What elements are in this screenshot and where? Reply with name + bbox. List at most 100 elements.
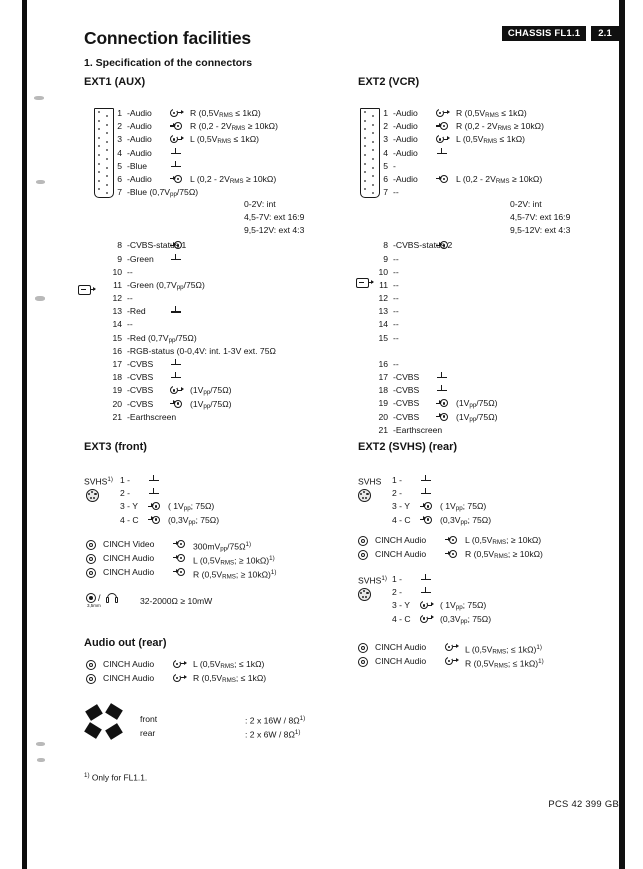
pin-name: -- — [393, 358, 399, 369]
cinch-label: CINCH Audio — [375, 642, 427, 652]
cinch-direction — [173, 552, 188, 565]
svhs-pin-number: 2 - — [392, 587, 403, 598]
svhs-pin-number: 1 - — [392, 475, 403, 485]
svhs-pin-direction — [420, 487, 431, 500]
pin-number: 17 — [112, 359, 122, 369]
svhs-label-ext3: SVHS1) — [84, 476, 113, 487]
speaker-position: front — [140, 714, 158, 724]
pin-value: L (0,2 - 2VRMS ≥ 10kΩ) — [190, 173, 277, 185]
cinch-value: L (0,5VRMS; ≤ 1kΩ) — [193, 659, 265, 670]
signal-output-arrow-icon — [445, 642, 460, 651]
pin-direction — [170, 160, 181, 173]
pin-number: 1 — [383, 108, 388, 118]
chassis-badge: CHASSIS FL1.1 — [501, 26, 587, 41]
svhs-pin-direction — [420, 573, 431, 586]
pin-number: 5 — [117, 160, 122, 171]
pin-name: -Audio — [127, 108, 152, 118]
cinch-jack-icon — [86, 554, 96, 564]
signal-input-arrow-icon — [420, 515, 435, 524]
svhs-pin-direction — [420, 613, 435, 626]
pin-number: 6 — [117, 173, 122, 184]
cinch-value: R (0,5VRMS; ≥ 10kΩ)1) — [193, 569, 277, 581]
cinch-direction — [173, 672, 188, 685]
pin-value: (1Vpp/75Ω) — [456, 411, 498, 423]
pin-value: L (0,2 - 2VRMS ≥ 10kΩ) — [456, 173, 543, 185]
pin-number: 4 — [117, 147, 122, 158]
svhs-pin-direction — [148, 514, 163, 527]
speaker-row: rear: 2 x 6W / 8Ω1) — [140, 726, 370, 740]
cinch-direction — [445, 534, 460, 547]
headphone-jack-icon: 3,5mm / — [86, 592, 120, 608]
signal-output-arrow-icon — [173, 659, 188, 668]
svhs-pin-value: (0,3Vpp; 75Ω) — [168, 514, 220, 526]
cinch-value: R (0,5VRMS; ≤ 1kΩ)1) — [465, 658, 544, 670]
pin-direction — [170, 120, 185, 133]
svhs-pin-number: 3 - Y — [392, 501, 410, 512]
pin-number: 20 — [112, 398, 122, 409]
pin-name: -- — [393, 253, 399, 264]
pin-name: -CVBS — [127, 359, 154, 369]
pin-name: -CVBS — [127, 372, 154, 383]
pin-direction — [170, 384, 185, 397]
pin-name: -Audio — [393, 108, 418, 118]
svhs-pin-direction — [148, 474, 159, 487]
svhs-pin-number: 4 - C — [120, 514, 139, 525]
pin-direction — [436, 397, 451, 410]
pin-name: -- — [393, 319, 399, 330]
pin-number: 5 — [383, 160, 388, 171]
scan-edge-artifact-right — [619, 0, 625, 869]
pin-number: 8 — [117, 240, 122, 251]
pin-direction — [436, 147, 447, 160]
status-line: 4,5-7V: ext 16:9 — [510, 212, 571, 223]
pin-number: 11 — [379, 279, 388, 290]
signal-input-arrow-icon — [170, 240, 185, 250]
svhs-pin-direction — [420, 500, 435, 513]
section-heading-ext3: EXT3 (front) — [84, 441, 147, 453]
pin-direction — [436, 133, 451, 146]
pin-name: -- — [393, 279, 399, 290]
ground-symbol-icon — [420, 574, 431, 583]
ground-symbol-icon — [170, 306, 181, 315]
ground-symbol-icon — [436, 385, 447, 394]
speaker-position: rear — [140, 728, 156, 738]
footnote: 1) Only for FL1.1. — [84, 772, 148, 783]
ground-symbol-icon — [170, 160, 181, 170]
pin-name: -Green — [127, 253, 154, 264]
pin-direction — [170, 239, 185, 252]
ground-symbol-icon — [170, 147, 181, 157]
pin-number: 6 — [383, 173, 388, 184]
pin-number: 11 — [113, 279, 122, 290]
pin-direction — [170, 133, 185, 146]
pin-name: -Audio — [393, 147, 418, 158]
cinch-label: CINCH Audio — [375, 549, 427, 559]
pin-name: -- — [127, 293, 133, 304]
pin-number: 19 — [378, 398, 388, 409]
pin-number: 18 — [378, 385, 388, 396]
pin-number: 16 — [378, 358, 388, 369]
status-line: 0-2V: int — [510, 199, 542, 209]
document-page: Connection facilities 1. Specification o… — [0, 0, 643, 869]
section-heading-audio-out: Audio out (rear) — [84, 637, 167, 649]
ground-symbol-icon — [148, 475, 159, 484]
scan-speck — [36, 742, 45, 746]
cinch-jack-icon — [86, 674, 96, 684]
cinch-direction — [173, 566, 188, 579]
cinch-value: R (0,5VRMS; ≤ 1kΩ) — [193, 673, 267, 684]
pin-number: 14 — [378, 319, 388, 330]
pin-value: L (0,5VRMS ≤ 1kΩ) — [456, 134, 525, 146]
pin-name: -Earthscreen — [393, 424, 443, 435]
svhs-pin-number: 4 - C — [392, 613, 411, 624]
cinch-direction — [173, 538, 188, 551]
pin-number: 13 — [112, 306, 122, 317]
signal-output-arrow-icon — [445, 656, 460, 665]
pin-direction — [170, 107, 185, 120]
pin-number: 15 — [112, 332, 122, 343]
cinch-label: CINCH Audio — [375, 535, 427, 545]
plug-arrow-ext1-icon — [76, 285, 96, 296]
svhs-pin-number: 2 - — [120, 488, 131, 499]
signal-input-arrow-icon — [436, 412, 451, 421]
signal-output-arrow-icon — [436, 134, 451, 144]
ground-symbol-icon — [420, 587, 431, 596]
svhs-pin-direction — [420, 599, 435, 612]
pin-name: -- — [393, 306, 399, 317]
